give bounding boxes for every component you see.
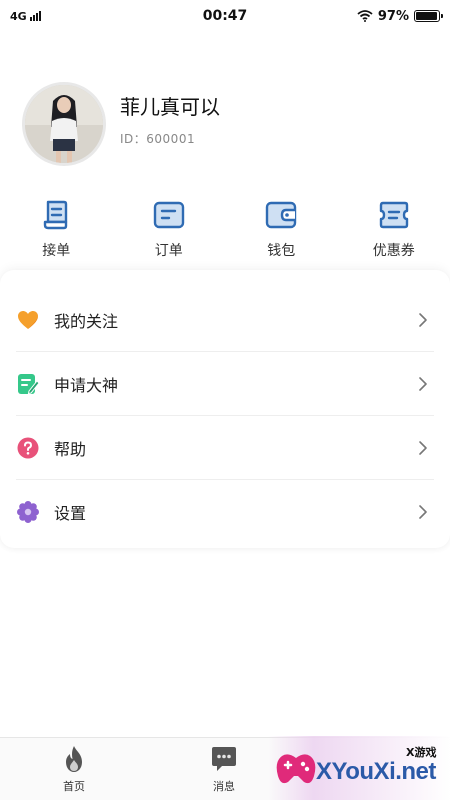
chevron-right-icon <box>419 312 427 327</box>
watermark-text: XYouXi.net <box>316 758 436 785</box>
battery-icon <box>414 10 443 22</box>
tab-messages[interactable]: 消息 <box>184 744 264 794</box>
watermark-tag: X游戏 <box>406 746 437 759</box>
coupon-icon <box>379 201 408 229</box>
status-right: 97% <box>357 8 443 24</box>
user-id: ID：600001 <box>120 132 196 146</box>
profile-info: 菲儿真可以 ID：600001 <box>120 95 220 147</box>
receive-order-icon <box>44 200 68 230</box>
menu-item-label: 申请大神 <box>54 375 119 395</box>
heart-icon <box>18 310 38 329</box>
quick-action-label: 接单 <box>42 243 71 259</box>
help-icon <box>17 437 39 458</box>
quick-action-receive-order[interactable]: 接单 <box>0 198 113 260</box>
clock: 00:47 <box>202 8 248 24</box>
message-icon <box>212 747 236 771</box>
signal-icon <box>29 11 41 21</box>
avatar-photo <box>25 85 103 163</box>
tab-label: 消息 <box>213 780 235 793</box>
tab-home[interactable]: 首页 <box>34 744 114 794</box>
chevron-right-icon <box>419 376 427 391</box>
gear-icon <box>17 501 39 523</box>
flame-icon <box>66 746 82 772</box>
avatar[interactable] <box>22 82 106 166</box>
profile-header[interactable]: 菲儿真可以 ID：600001 <box>22 82 220 166</box>
menu-item-settings[interactable]: 设置 <box>16 480 434 544</box>
chevron-right-icon <box>419 505 427 519</box>
nickname: 菲儿真可以 <box>120 95 220 119</box>
menu-item-help[interactable]: 帮助 <box>16 416 434 480</box>
tab-label: 首页 <box>63 780 85 793</box>
menu-item-label: 设置 <box>54 504 87 523</box>
status-bar: 4G 00:47 97% <box>0 0 450 32</box>
edit-note-icon <box>18 373 40 394</box>
quick-actions: 接单 订单 钱包 优惠券 <box>0 198 450 260</box>
order-icon <box>153 201 184 229</box>
menu-list: 我的关注 申请大神 帮助 设置 <box>0 270 450 548</box>
chevron-right-icon <box>419 440 427 455</box>
menu-item-label: 帮助 <box>54 439 87 459</box>
watermark: XYouXi.net X游戏 <box>268 736 450 800</box>
quick-action-order[interactable]: 订单 <box>113 198 226 260</box>
quick-action-coupon[interactable]: 优惠券 <box>338 198 450 260</box>
menu-item-apply-expert[interactable]: 申请大神 <box>16 352 434 416</box>
network-indicator: 4G <box>10 10 41 23</box>
menu-item-label: 我的关注 <box>54 311 119 331</box>
wallet-icon <box>266 201 297 229</box>
gamepad-logo-icon <box>276 754 316 784</box>
quick-action-label: 优惠券 <box>372 243 415 259</box>
quick-action-label: 钱包 <box>267 243 296 259</box>
wifi-icon <box>357 10 373 22</box>
quick-action-wallet[interactable]: 钱包 <box>225 198 338 260</box>
battery-percent: 97% <box>377 8 409 24</box>
quick-action-label: 订单 <box>154 243 183 259</box>
network-type: 4G <box>10 9 27 23</box>
menu-item-following[interactable]: 我的关注 <box>16 288 434 352</box>
